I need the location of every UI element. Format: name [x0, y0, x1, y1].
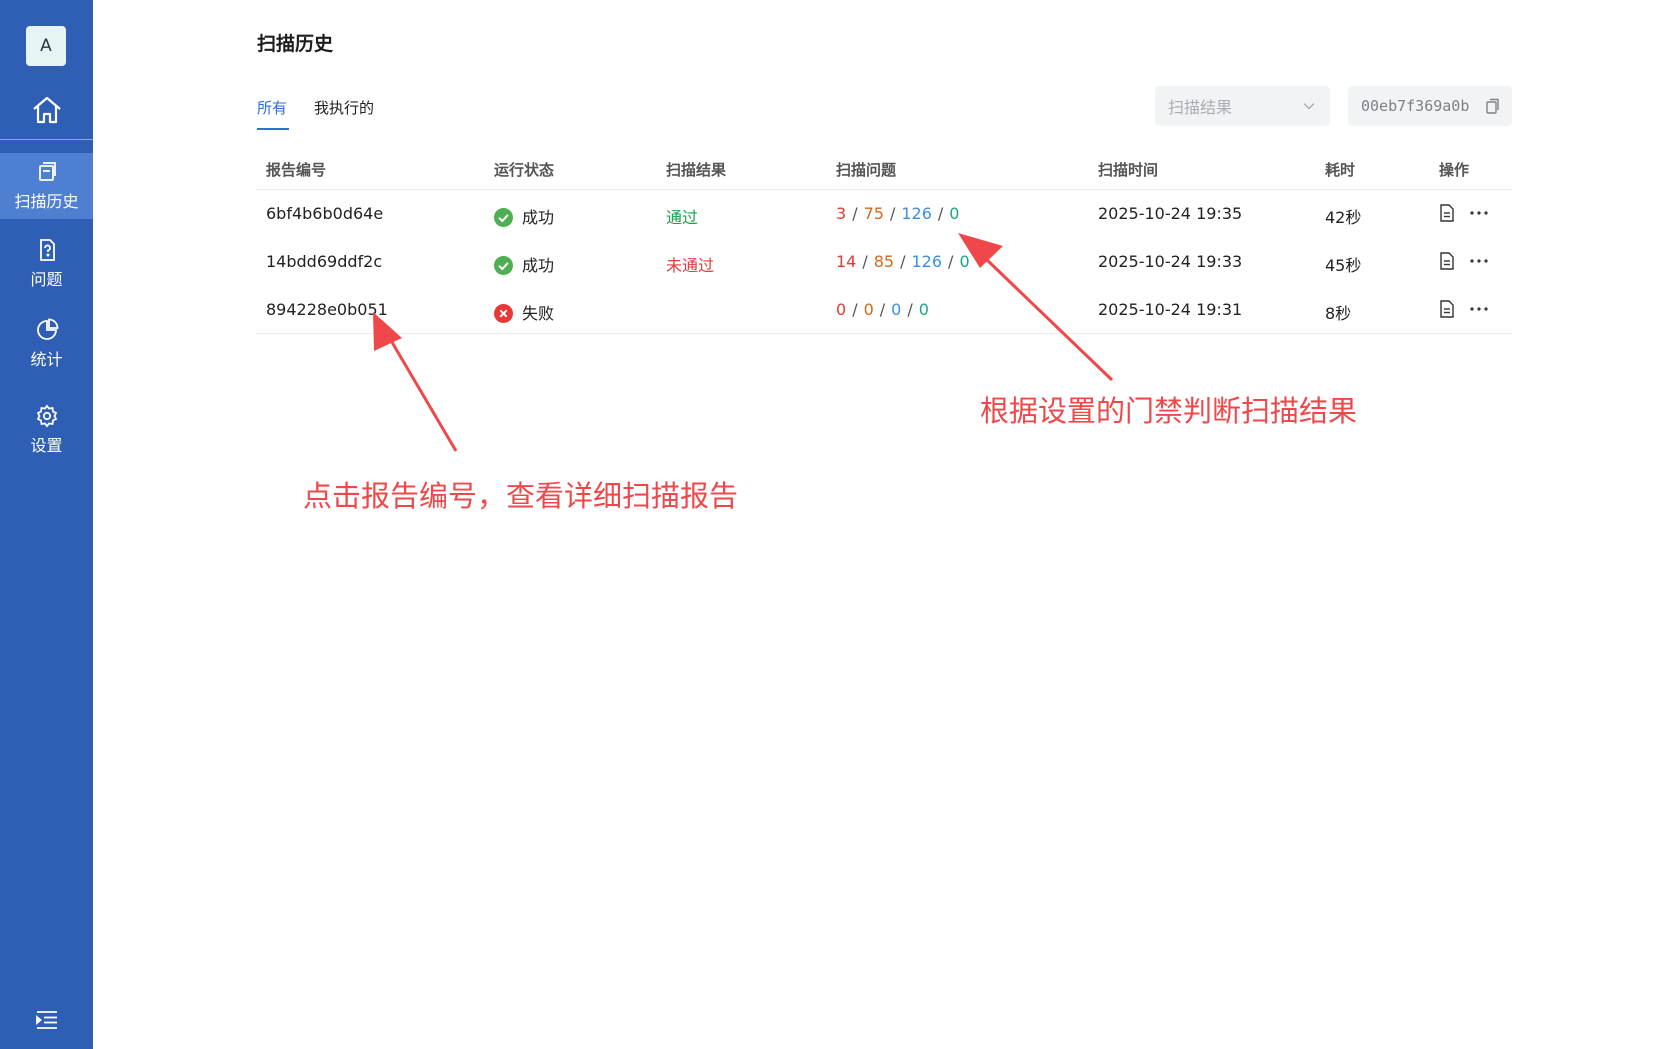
issue-count-critical: 3 [836, 204, 847, 223]
sidebar-item-statistics[interactable]: 统计 [0, 311, 93, 377]
row-actions [1439, 300, 1490, 319]
error-icon [494, 304, 513, 323]
tab-all[interactable]: 所有 [257, 97, 287, 118]
scan-history-table: 报告编号 运行状态 扫描结果 扫描问题 扫描时间 耗时 操作 6bf4b6b0d… [256, 147, 1512, 334]
issue-count-minor: 126 [911, 252, 943, 271]
report-id-link[interactable]: 14bdd69ddf2c [266, 252, 382, 271]
issue-count-critical: 0 [836, 300, 847, 319]
sidebar-item-scan-history[interactable]: 扫描历史 [0, 153, 93, 219]
sidebar-item-label: 设置 [30, 436, 63, 455]
report-doc-icon[interactable] [1439, 252, 1455, 270]
sidebar-item-settings[interactable]: 设置 [0, 397, 93, 463]
column-header: 扫描结果 [666, 161, 727, 179]
annotation-report-note: 点击报告编号，查看详细扫描报告 [303, 479, 739, 513]
issue-count-critical: 14 [836, 252, 857, 271]
status-text: 成功 [522, 256, 555, 275]
sidebar: A 扫描历史 问题 统计 设置 [0, 0, 93, 1049]
report-doc-icon[interactable] [1439, 204, 1455, 222]
row-actions [1439, 204, 1490, 223]
sidebar-item-label: 问题 [30, 270, 63, 289]
report-id-link[interactable]: 894228e0b051 [266, 300, 388, 319]
more-icon[interactable] [1468, 204, 1490, 222]
annotation-gate-note: 根据设置的门禁判断扫描结果 [980, 394, 1358, 428]
scan-duration: 8秒 [1325, 304, 1352, 323]
scan-issues: 0/0/0/0 [836, 300, 929, 319]
sidebar-item-issues[interactable]: 问题 [0, 231, 93, 297]
table-row: 894228e0b051 失败 0/0/0/0 2025-10-24 19:31… [256, 286, 1512, 334]
scan-result: 未通过 [666, 256, 715, 275]
run-status: 成功 [494, 204, 554, 228]
issue-count-info: 0 [918, 300, 929, 319]
issue-count-major: 85 [873, 252, 895, 271]
sidebar-item-label: 统计 [30, 350, 63, 369]
report-doc-icon[interactable] [1439, 300, 1455, 318]
column-header: 扫描时间 [1098, 161, 1159, 179]
table-header: 报告编号 运行状态 扫描结果 扫描问题 扫描时间 耗时 操作 [256, 147, 1512, 190]
row-actions [1439, 252, 1490, 271]
issue-count-major: 75 [863, 204, 884, 223]
scan-time: 2025-10-24 19:31 [1098, 300, 1243, 319]
scan-issues: 14/85/126/0 [836, 252, 970, 271]
commit-hash-value: 00eb7f369a0b [1361, 97, 1470, 115]
issue-count-minor: 126 [901, 204, 932, 223]
status-text: 失败 [522, 304, 555, 323]
collapse-menu-icon[interactable] [35, 1008, 59, 1032]
scan-time: 2025-10-24 19:35 [1098, 204, 1243, 223]
scan-time: 2025-10-24 19:33 [1098, 252, 1243, 271]
chevron-down-icon [1303, 103, 1315, 110]
sidebar-divider [0, 139, 93, 140]
question-doc-icon [39, 239, 55, 261]
tab-active-indicator [257, 128, 289, 130]
column-header: 运行状态 [494, 161, 555, 179]
column-header: 扫描问题 [836, 161, 897, 179]
avatar[interactable]: A [26, 26, 66, 66]
more-icon[interactable] [1468, 300, 1490, 318]
run-status: 成功 [494, 252, 554, 276]
table-row: 14bdd69ddf2c 成功 未通过 14/85/126/0 2025-10-… [256, 238, 1512, 286]
status-text: 成功 [522, 208, 555, 227]
commit-hash-field[interactable]: 00eb7f369a0b [1348, 86, 1512, 126]
issue-count-major: 0 [863, 300, 874, 319]
table-row: 6bf4b6b0d64e 成功 通过 3/75/126/0 2025-10-24… [256, 190, 1512, 238]
success-icon [494, 208, 513, 227]
issue-count-info: 0 [959, 252, 970, 271]
gear-icon [36, 404, 57, 428]
column-header: 耗时 [1325, 161, 1356, 179]
success-icon [494, 256, 513, 275]
more-icon[interactable] [1468, 252, 1490, 270]
home-icon[interactable] [30, 93, 64, 127]
arrow-to-report-id [384, 331, 458, 452]
issue-count-info: 0 [949, 204, 960, 223]
column-header: 报告编号 [266, 161, 327, 179]
scan-result: 通过 [666, 208, 699, 227]
scan-issues: 3/75/126/0 [836, 204, 960, 223]
sidebar-item-label: 扫描历史 [14, 192, 79, 211]
tab-mine[interactable]: 我执行的 [314, 97, 374, 118]
scan-duration: 45秒 [1325, 256, 1362, 275]
scan-result-placeholder: 扫描结果 [1168, 98, 1233, 117]
column-header: 操作 [1439, 161, 1470, 179]
scan-duration: 42秒 [1325, 208, 1362, 227]
pie-chart-icon [36, 318, 58, 340]
report-id-link[interactable]: 6bf4b6b0d64e [266, 204, 383, 223]
page-title: 扫描历史 [257, 33, 334, 55]
issue-count-minor: 0 [891, 300, 902, 319]
scan-result-select[interactable]: 扫描结果 [1155, 86, 1330, 126]
run-status: 失败 [494, 300, 554, 324]
history-icon [38, 162, 56, 181]
copy-icon[interactable] [1484, 98, 1500, 114]
